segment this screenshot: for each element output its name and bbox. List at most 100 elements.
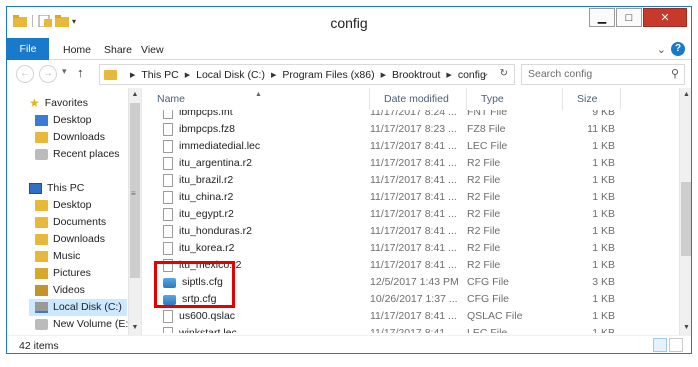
window-controls: ▁ □ ✕	[589, 8, 687, 27]
nav-local-disk[interactable]: Local Disk (C:)	[29, 299, 127, 316]
file-row[interactable]: us600.qslac 11/17/2017 8:41 ... QSLAC Fi…	[143, 308, 679, 325]
nav-label: Recent places	[53, 148, 120, 160]
nav-pc-downloads[interactable]: Downloads	[35, 231, 105, 248]
search-icon[interactable]: ⚲	[671, 65, 679, 84]
recent-locations-icon[interactable]: ▾	[62, 66, 67, 77]
file-size: 1 KB	[592, 259, 615, 271]
tab-home[interactable]: Home	[63, 41, 91, 60]
scroll-thumb[interactable]	[681, 182, 691, 256]
file-icon	[163, 174, 173, 187]
status-bar: 42 items	[7, 335, 691, 353]
file-size: 11 KB	[587, 123, 615, 135]
file-name: itu_korea.r2	[179, 242, 235, 254]
scroll-down-icon[interactable]: ▼	[680, 321, 691, 334]
column-header-date[interactable]: Date modified	[370, 88, 467, 110]
nav-recent-places[interactable]: Recent places	[35, 146, 120, 163]
nav-label: Music	[53, 250, 81, 262]
minimize-button[interactable]: ▁	[589, 8, 615, 27]
close-button[interactable]: ✕	[643, 8, 687, 27]
file-row[interactable]: itu_china.r2 11/17/2017 8:41 ... R2 File…	[143, 189, 679, 206]
details-view-icon[interactable]	[653, 338, 667, 352]
file-row[interactable]: ibmpcps.fnt 11/17/2017 8:24 ... FNT File…	[143, 110, 679, 121]
file-name: ibmpcps.fnt	[179, 110, 233, 118]
nav-favorites[interactable]: ★ Favorites	[29, 95, 88, 112]
nav-label: New Volume (E:)	[53, 318, 132, 330]
search-input[interactable]: Search config ⚲	[521, 64, 685, 85]
breadcrumb-arrow-icon[interactable]: ▶	[381, 71, 386, 79]
file-name-cell: ibmpcps.fz8	[163, 121, 357, 138]
address-dropdown-icon[interactable]: ⌄	[481, 68, 489, 79]
nav-videos[interactable]: Videos	[35, 282, 85, 299]
nav-desktop[interactable]: Desktop	[35, 112, 92, 129]
scroll-up-icon[interactable]: ▲	[680, 88, 691, 101]
file-date: 11/17/2017 8:41 ...	[370, 310, 457, 322]
tab-view[interactable]: View	[141, 41, 164, 60]
nav-scrollbar[interactable]: ▲ ≡ ▼	[128, 88, 141, 335]
file-type: R2 File	[467, 259, 501, 271]
nav-label: Local Disk (C:)	[53, 301, 122, 313]
nav-label: Videos	[53, 284, 85, 296]
nav-music[interactable]: Music	[35, 248, 80, 265]
breadcrumb-arrow-icon[interactable]: ▶	[185, 71, 190, 79]
nav-this-pc[interactable]: This PC	[29, 180, 84, 197]
file-icon	[163, 191, 173, 204]
nav-documents[interactable]: Documents	[35, 214, 106, 231]
file-row[interactable]: itu_korea.r2 11/17/2017 8:41 ... R2 File…	[143, 240, 679, 257]
breadcrumb-arrow-icon[interactable]: ▶	[446, 71, 451, 79]
file-row[interactable]: immediatedial.lec 11/17/2017 8:41 ... LE…	[143, 138, 679, 155]
file-row[interactable]: itu_egypt.r2 11/17/2017 8:41 ... R2 File…	[143, 206, 679, 223]
forward-button[interactable]: →	[39, 65, 57, 83]
refresh-icon[interactable]: ↻	[500, 68, 508, 79]
file-name: winkstart.lec	[179, 327, 237, 333]
file-name-cell: winkstart.lec	[163, 325, 357, 333]
tab-file[interactable]: File	[7, 38, 49, 60]
file-row[interactable]: winkstart.lec 11/17/2017 8:41 ... LEC Fi…	[143, 325, 679, 333]
file-type: R2 File	[467, 225, 501, 237]
file-row[interactable]: ibmpcps.fz8 11/17/2017 8:23 ... FZ8 File…	[143, 121, 679, 138]
file-name-cell: ibmpcps.fnt	[163, 110, 357, 121]
maximize-button[interactable]: □	[616, 8, 642, 27]
file-size: 9 KB	[592, 110, 615, 118]
nav-pc-desktop[interactable]: Desktop	[35, 197, 92, 214]
scroll-grip-icon: ≡	[131, 189, 136, 198]
scroll-up-icon[interactable]: ▲	[129, 88, 141, 101]
breadcrumb-program-files[interactable]: Program Files (x86)	[282, 69, 374, 81]
column-header-name[interactable]: Name ▲	[143, 88, 370, 110]
breadcrumb-arrow-icon[interactable]: ▶	[271, 71, 276, 79]
breadcrumb-local-disk[interactable]: Local Disk (C:)	[196, 69, 265, 81]
file-row[interactable]: itu_honduras.r2 11/17/2017 8:41 ... R2 F…	[143, 223, 679, 240]
file-icon	[163, 123, 173, 136]
tab-share[interactable]: Share	[104, 41, 132, 60]
up-button[interactable]: ↑	[77, 65, 84, 80]
downloads-icon	[35, 132, 48, 143]
title-bar: ▾ config ▁ □ ✕	[7, 7, 691, 38]
expand-ribbon-icon[interactable]: ⌄	[657, 43, 666, 56]
breadcrumb-this-pc[interactable]: This PC	[141, 69, 178, 81]
breadcrumb-brooktrout[interactable]: Brooktrout	[392, 69, 440, 81]
file-name: itu_brazil.r2	[179, 174, 234, 186]
address-bar[interactable]: ▶ This PC ▶ Local Disk (C:) ▶ Program Fi…	[99, 64, 515, 85]
nav-pictures[interactable]: Pictures	[35, 265, 91, 282]
file-list-scrollbar[interactable]: ▲ ▼	[679, 88, 691, 335]
file-name: itu_egypt.r2	[179, 208, 234, 220]
file-date: 11/17/2017 8:24 ...	[370, 110, 457, 118]
help-icon[interactable]: ?	[671, 42, 685, 56]
breadcrumb-arrow-icon[interactable]: ▶	[130, 71, 135, 79]
file-row[interactable]: itu_argentina.r2 11/17/2017 8:41 ... R2 …	[143, 155, 679, 172]
file-row[interactable]: itu_brazil.r2 11/17/2017 8:41 ... R2 Fil…	[143, 172, 679, 189]
nav-new-volume[interactable]: New Volume (E:)	[35, 316, 132, 333]
explorer-window: ▾ config ▁ □ ✕ File Home Share View ⌄ ? …	[6, 6, 692, 354]
back-button[interactable]: ←	[16, 65, 34, 83]
scroll-down-icon[interactable]: ▼	[129, 321, 141, 334]
navigation-bar: ← → ▾ ↑ ▶ This PC ▶ Local Disk (C:) ▶ Pr…	[7, 60, 691, 88]
column-header-type[interactable]: Type	[467, 88, 563, 110]
nav-downloads[interactable]: Downloads	[35, 129, 105, 146]
column-header-size[interactable]: Size	[563, 88, 621, 110]
large-icons-view-icon[interactable]	[669, 338, 683, 352]
nav-label: This PC	[47, 182, 85, 194]
nav-label: Pictures	[53, 267, 91, 279]
file-icon	[163, 225, 173, 238]
file-type: R2 File	[467, 174, 501, 186]
file-date: 11/17/2017 8:41 ...	[370, 157, 457, 169]
file-icon	[163, 110, 173, 119]
